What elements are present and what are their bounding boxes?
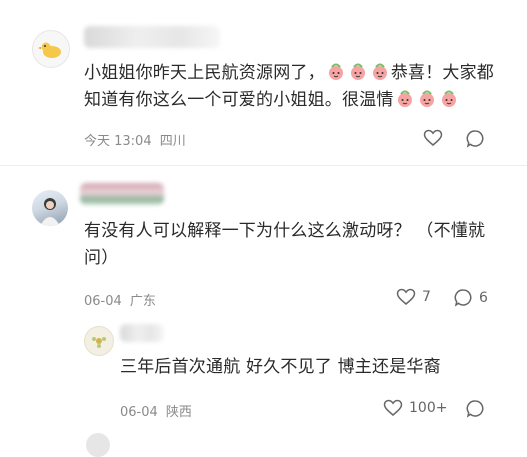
reply-comment: 三年后首次通航 好久不见了 博主还是华裔 06-04 陕西 100+ bbox=[0, 316, 527, 439]
reply-button-1[interactable] bbox=[466, 129, 485, 148]
peach-emoji-icon bbox=[348, 63, 368, 81]
reply-location: 陕西 bbox=[165, 405, 192, 420]
duck-avatar-icon bbox=[38, 42, 61, 58]
comment-1-meta: 今天 13:04 四川 bbox=[84, 130, 186, 149]
comment-1-text-a: 小姐姐你昨天上民航资源网了， bbox=[84, 63, 325, 83]
peach-emoji-icon bbox=[439, 90, 459, 108]
comment-1-text-c: 知道有你这么一个可爱的小姐姐。很温情 bbox=[84, 90, 394, 110]
comment-2-location: 广东 bbox=[129, 294, 156, 309]
comment-1-text: 小姐姐你昨天上民航资源网了， 恭喜！大家都 知道有你这么一个可爱的小姐姐。很温情 bbox=[84, 60, 504, 114]
reply-button-2[interactable]: 6 bbox=[454, 288, 488, 307]
peach-emoji-icon bbox=[417, 90, 437, 108]
flower-avatar-icon bbox=[92, 337, 106, 348]
speech-bubble-icon bbox=[454, 289, 472, 307]
comment-2-text-b: 问） bbox=[84, 248, 119, 268]
avatar-1[interactable] bbox=[32, 30, 70, 68]
speech-bubble-icon bbox=[466, 130, 484, 148]
comment-1-time: 今天 13:04 bbox=[84, 134, 152, 149]
person-avatar-icon bbox=[40, 198, 60, 226]
avatar-2[interactable] bbox=[32, 190, 68, 226]
like-count-2: 7 bbox=[422, 289, 431, 305]
username-1-blurred[interactable] bbox=[84, 26, 220, 48]
like-button-2[interactable]: 7 bbox=[396, 288, 431, 306]
heart-outline-icon bbox=[383, 399, 403, 416]
reply-button-3[interactable] bbox=[466, 399, 485, 418]
comment-1-text-b: 恭喜！大家都 bbox=[390, 63, 495, 83]
comment-2-meta: 06-04 广东 bbox=[84, 290, 156, 309]
comment-1: 小姐姐你昨天上民航资源网了， 恭喜！大家都 知道有你这么一个可爱的小姐姐。很温情 … bbox=[0, 0, 527, 166]
heart-outline-icon bbox=[423, 129, 443, 146]
heart-outline-icon bbox=[396, 288, 416, 305]
comment-1-location: 四川 bbox=[159, 134, 186, 149]
comment-2-text-a: 有没有人可以解释一下为什么这么激动呀？ （不懂就 bbox=[84, 221, 486, 241]
like-count-3: 100+ bbox=[409, 400, 448, 416]
username-2-blurred[interactable] bbox=[80, 183, 164, 205]
comment-2-text: 有没有人可以解释一下为什么这么激动呀？ （不懂就 问） bbox=[84, 218, 494, 272]
avatar-3[interactable] bbox=[84, 326, 114, 356]
like-button-3[interactable]: 100+ bbox=[383, 399, 447, 417]
comment-2: 有没有人可以解释一下为什么这么激动呀？ （不懂就 问） 06-04 广东 7 6 bbox=[0, 166, 527, 316]
reply-meta: 06-04 陕西 bbox=[120, 401, 192, 420]
peach-emoji-icon bbox=[370, 63, 390, 81]
reply-text: 三年后首次通航 好久不见了 博主还是华裔 bbox=[120, 357, 441, 377]
peach-emoji-icon bbox=[395, 90, 415, 108]
reply-count-2: 6 bbox=[479, 289, 488, 306]
speech-bubble-icon bbox=[466, 400, 484, 418]
avatar-next-partial[interactable] bbox=[86, 433, 110, 457]
username-3-blurred[interactable] bbox=[120, 324, 164, 342]
like-button-1[interactable] bbox=[423, 129, 443, 147]
comment-2-date: 06-04 bbox=[84, 294, 122, 309]
reply-date: 06-04 bbox=[120, 405, 158, 420]
peach-emoji-icon bbox=[326, 63, 346, 81]
